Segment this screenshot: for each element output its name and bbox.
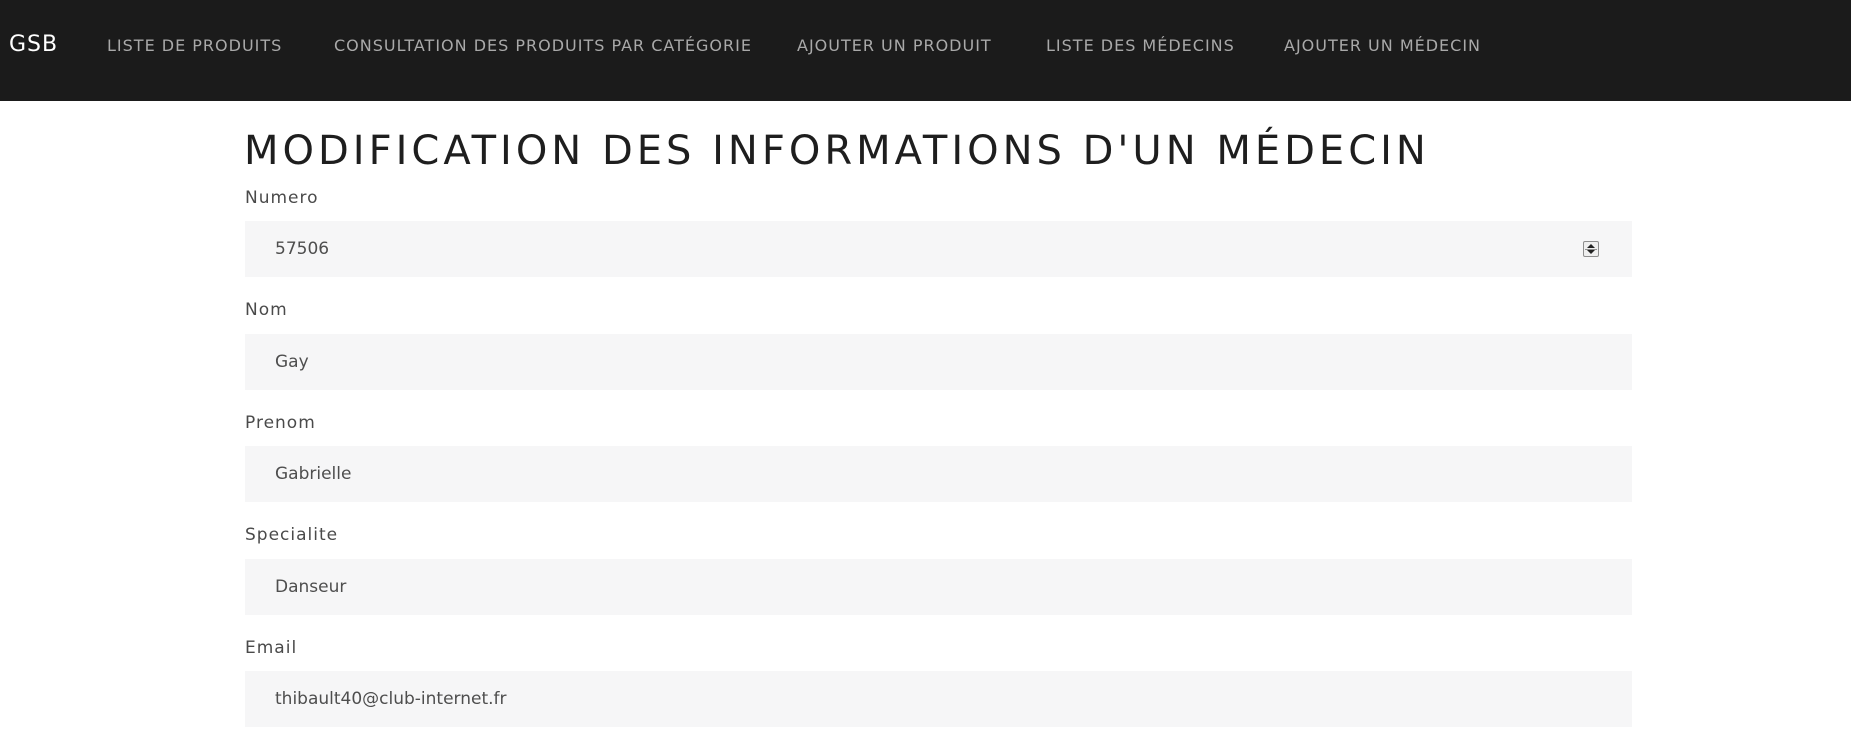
- brand-logo-link[interactable]: GSB: [9, 30, 58, 60]
- specialite-label: Specialite: [245, 525, 339, 545]
- nav-link-ajouter-produit[interactable]: AJOUTER UN PRODUIT: [797, 36, 992, 56]
- nom-input[interactable]: [245, 334, 1632, 390]
- spinner-up-icon[interactable]: [1587, 244, 1595, 248]
- numero-spinner[interactable]: [1583, 241, 1599, 257]
- prenom-label: Prenom: [245, 413, 316, 433]
- email-input[interactable]: [245, 671, 1632, 727]
- prenom-input[interactable]: [245, 446, 1632, 502]
- page-title: MODIFICATION DES INFORMATIONS D'UN MÉDEC…: [244, 128, 1430, 174]
- specialite-input[interactable]: [245, 559, 1632, 615]
- spinner-down-icon[interactable]: [1587, 250, 1595, 254]
- nav-link-ajouter-medecin[interactable]: AJOUTER UN MÉDECIN: [1284, 36, 1481, 56]
- numero-input[interactable]: [245, 221, 1632, 277]
- nav-link-liste-medecins[interactable]: LISTE DES MÉDECINS: [1046, 36, 1235, 56]
- nav-link-liste-produits[interactable]: LISTE DE PRODUITS: [107, 36, 282, 56]
- numero-label: Numero: [245, 188, 319, 208]
- nom-label: Nom: [245, 300, 288, 320]
- top-navbar: GSB LISTE DE PRODUITS CONSULTATION DES P…: [0, 0, 1851, 101]
- nav-link-produits-par-categorie[interactable]: CONSULTATION DES PRODUITS PAR CATÉGORIE: [334, 36, 752, 56]
- email-label: Email: [245, 638, 298, 658]
